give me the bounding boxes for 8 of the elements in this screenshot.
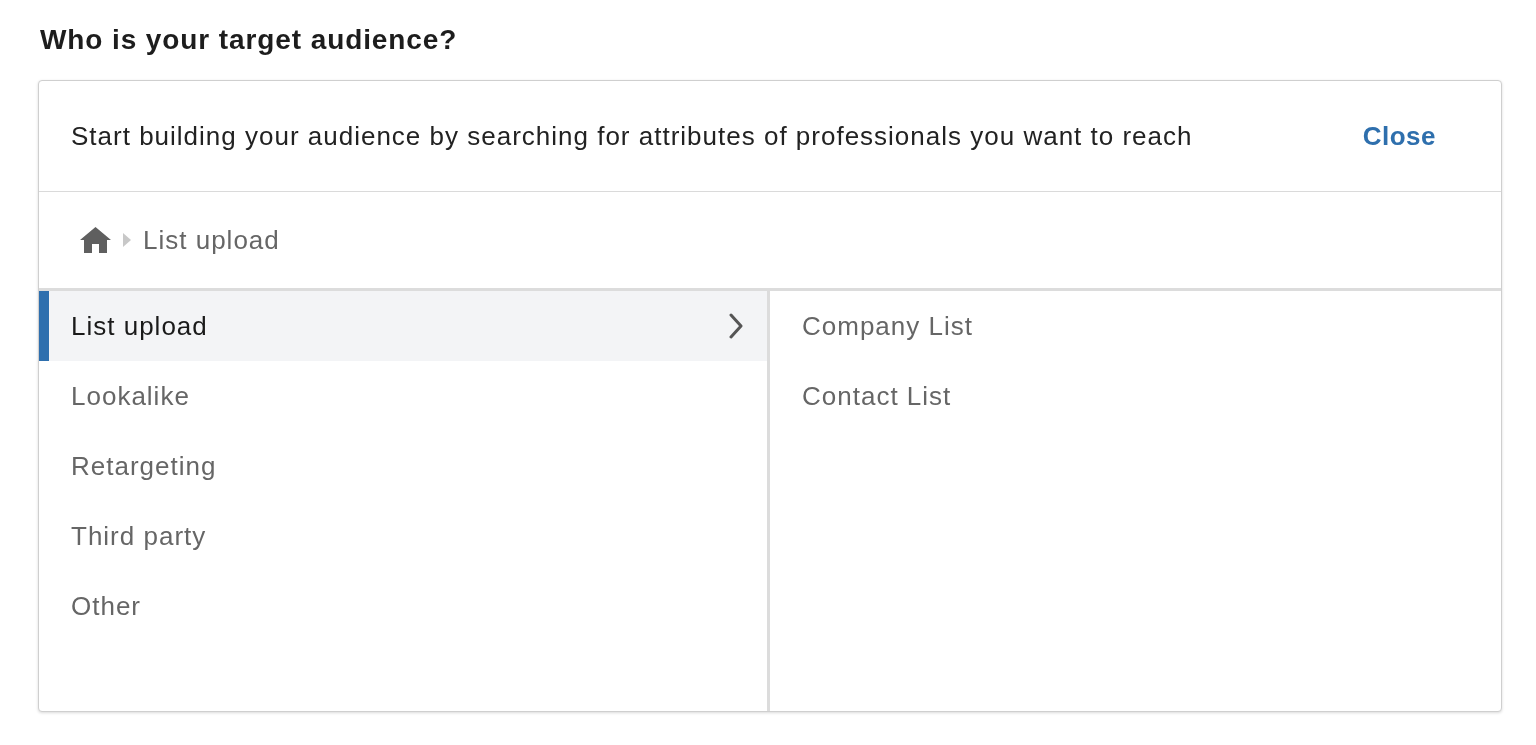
category-item[interactable]: List upload bbox=[39, 291, 767, 361]
prompt-text: Start building your audience by searching for attributes of professionals you want to reach bbox=[71, 120, 1193, 152]
page-title: Who is your target audience? bbox=[40, 23, 458, 57]
caret-icon bbox=[123, 233, 131, 247]
chevron-right-icon bbox=[729, 313, 743, 339]
home-icon[interactable] bbox=[80, 227, 111, 253]
breadcrumb-item[interactable]: List upload bbox=[143, 224, 280, 256]
close-link[interactable]: Close bbox=[1362, 120, 1436, 152]
